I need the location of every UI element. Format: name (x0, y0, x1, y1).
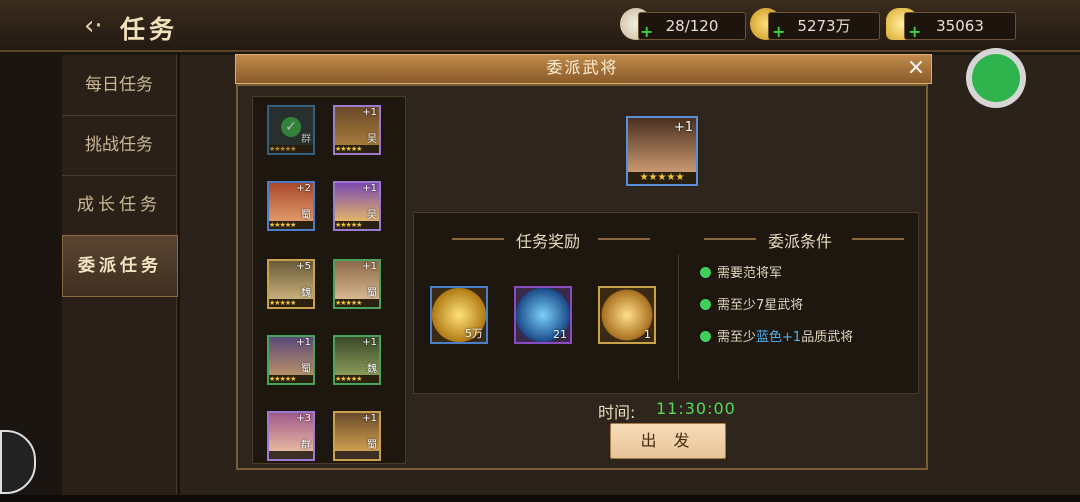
hero-card[interactable]: +1 蜀 ★★★★★ (333, 259, 381, 309)
hero-card[interactable]: +1 吴 ★★★★★ (333, 181, 381, 231)
kingdom-label: 蜀 (367, 440, 377, 451)
star-rating: ★★★★★ (628, 172, 696, 184)
kingdom-label: 吴 (367, 134, 377, 145)
selected-hero-slot[interactable]: +1 ★★★★★ (626, 116, 698, 186)
star-rating: ★★★★★ (269, 145, 313, 153)
kingdom-label: 蜀 (301, 210, 311, 221)
hero-level: +1 (362, 183, 377, 194)
wechat-icon (972, 54, 1020, 102)
star-rating: ★★★★★ (269, 221, 313, 229)
star-rating: ★★★★★ (335, 221, 379, 229)
hero-level: +5 (296, 261, 311, 272)
status-dot-icon (700, 331, 711, 342)
kingdom-label: 魏 (301, 288, 311, 299)
kingdom-label: 群 (301, 134, 311, 145)
add-stamina-button[interactable]: + (640, 22, 653, 41)
star-rating: ★★★★★ (269, 375, 313, 383)
star-rating: ★★★★★ (335, 145, 379, 153)
hero-level: +1 (362, 261, 377, 272)
chevron-left-icon[interactable]: ‹· (84, 12, 114, 40)
divider (678, 254, 679, 380)
condition-title: 委派条件 (768, 232, 833, 251)
kingdom-label: 蜀 (367, 288, 377, 299)
nav-growth-tasks[interactable]: 成长任务 (62, 175, 176, 236)
hero-level: +1 (362, 107, 377, 118)
dispatch-button[interactable]: 出 发 (610, 423, 726, 459)
page-title: 任务 (120, 15, 179, 44)
item-count: 1 (644, 328, 651, 341)
nav-dispatch-tasks[interactable]: 委派任务 (62, 235, 178, 297)
divider (704, 238, 756, 240)
stamina-counter: 28/120 (638, 12, 746, 40)
divider (852, 238, 904, 240)
check-icon: ✓ (281, 117, 301, 137)
kingdom-label: 蜀 (301, 364, 311, 375)
item-count: 5万 (465, 327, 483, 340)
hero-card[interactable]: +1 魏 ★★★★★ (333, 335, 381, 385)
condition-item: 需至少7星武将 (700, 294, 803, 313)
blue-gem-icon[interactable]: 21 (514, 286, 572, 344)
floating-assistant-button[interactable] (0, 430, 36, 494)
hero-card[interactable]: +3 群 (267, 411, 315, 461)
nav-challenge-tasks[interactable]: 挑战任务 (62, 115, 176, 176)
kingdom-label: 吴 (367, 210, 377, 221)
nav-daily-tasks[interactable]: 每日任务 (62, 55, 176, 116)
item-count: 21 (553, 328, 567, 341)
divider (452, 238, 504, 240)
star-rating: ★★★★★ (335, 375, 379, 383)
kingdom-label: 群 (301, 440, 311, 451)
condition-item: 需要范将军 (700, 262, 782, 281)
hero-card[interactable]: +2 蜀 ★★★★★ (267, 181, 315, 231)
star-rating: ★★★★★ (269, 299, 313, 307)
kingdom-label: 魏 (367, 364, 377, 375)
gold-coin-icon[interactable]: 5万 (430, 286, 488, 344)
task-category-nav: 每日任务 挑战任务 成长任务 委派任务 (62, 55, 178, 495)
bottom-edge (0, 495, 1080, 502)
hero-level: +3 (296, 413, 311, 424)
hero-level: +1 (362, 413, 377, 424)
reward-title: 任务奖励 (516, 232, 581, 251)
close-button[interactable]: × (904, 54, 928, 82)
hero-card[interactable]: +1 蜀 ★★★★★ (267, 335, 315, 385)
timer-value: 11:30:00 (656, 399, 736, 418)
condition-item: 需至少蓝色+1品质武将 (700, 326, 853, 345)
timer-label: 时间: (598, 403, 636, 422)
hero-level: +2 (296, 183, 311, 194)
dialog-title: 委派武将 (546, 58, 619, 77)
add-gold-button[interactable]: + (772, 22, 785, 41)
status-dot-icon (700, 267, 711, 278)
divider (598, 238, 650, 240)
treasure-chest-icon[interactable]: 1 (598, 286, 656, 344)
hero-level: +1 (362, 337, 377, 348)
hero-list: ✓ 群 ★★★★★ +1 吴 ★★★★★ +2 蜀 ★★★★★ +1 吴 ★★★… (252, 96, 406, 464)
hero-card[interactable]: +1 蜀 (333, 411, 381, 461)
hero-card[interactable]: +5 魏 ★★★★★ (267, 259, 315, 309)
status-dot-icon (700, 299, 711, 310)
hero-card[interactable]: +1 吴 ★★★★★ (333, 105, 381, 155)
add-ingot-button[interactable]: + (908, 22, 921, 41)
hero-card[interactable]: ✓ 群 ★★★★★ (267, 105, 315, 155)
hero-level: +1 (296, 337, 311, 348)
hero-level: +1 (673, 120, 693, 135)
star-rating: ★★★★★ (335, 299, 379, 307)
